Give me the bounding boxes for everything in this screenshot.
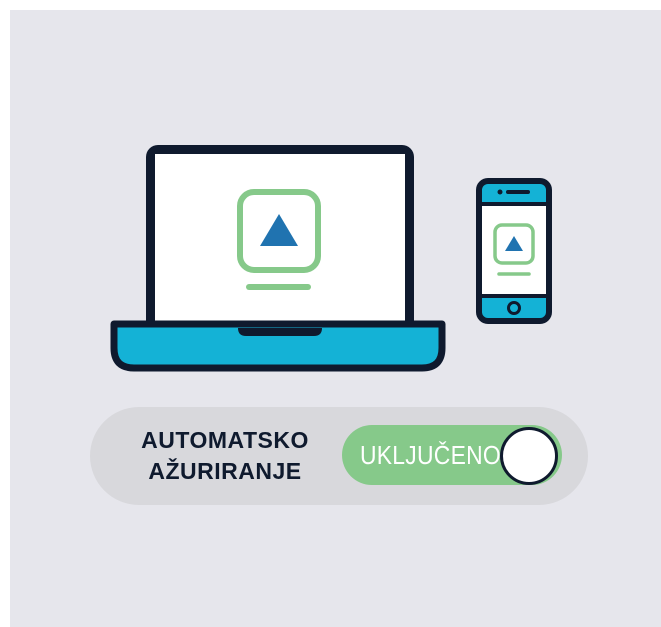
illustration-canvas: AUTOMATSKO AŽURIRANJE UKLJUČENO — [10, 10, 661, 627]
setting-label-line1: AUTOMATSKO — [141, 427, 309, 453]
auto-update-toggle[interactable]: UKLJUČENO — [342, 425, 562, 485]
auto-update-setting: AUTOMATSKO AŽURIRANJE UKLJUČENO — [90, 407, 588, 505]
laptop-icon — [110, 145, 446, 372]
setting-label-line2: AŽURIRANJE — [148, 458, 302, 484]
toggle-state-label: UKLJUČENO — [360, 440, 501, 470]
setting-label: AUTOMATSKO AŽURIRANJE — [120, 425, 330, 487]
toggle-knob[interactable] — [500, 427, 558, 485]
